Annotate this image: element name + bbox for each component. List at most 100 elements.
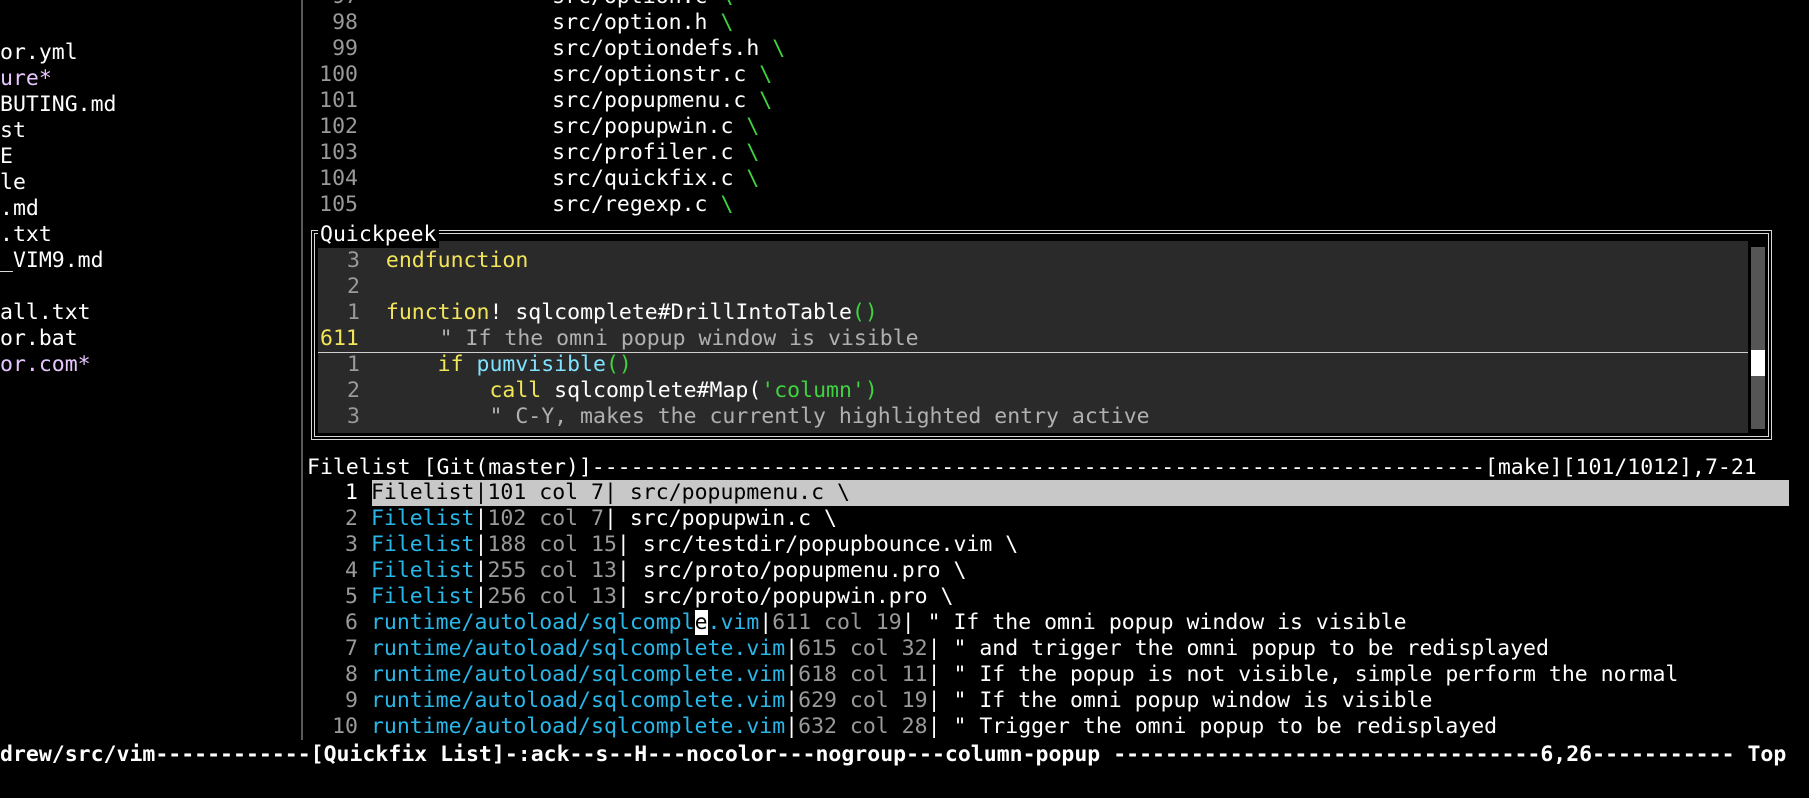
quickfix-entry-file[interactable]: Filelist (371, 506, 475, 531)
filelist-status-line: Filelist [Git(master)]------------------… (307, 455, 1757, 480)
editor-line: 105 src/regexp.c \ (310, 192, 733, 218)
quickfix-entry-location: 615 col 32 (798, 636, 928, 661)
quickpeek-line-6: 2 call sqlcomplete#Map('column') (347, 378, 878, 403)
quickfix-entry-number: 6 (345, 610, 358, 635)
file-tree-entry[interactable]: or.bat (0, 326, 78, 352)
quickfix-entry-file[interactable]: runtime/autoload/sqlcomplete.vim (371, 662, 785, 687)
file-tree-entry[interactable]: or.com* (0, 352, 91, 378)
quickpeek-current-line: 611 " If the omni popup window is visibl… (318, 326, 1748, 353)
quickpeek-line-1: 3 endfunction (347, 248, 529, 273)
quickfix-entry-location: 611 col 19 (772, 610, 902, 635)
quickfix-entry-location: 188 col 15 (487, 532, 617, 557)
quickfix-entry[interactable]: 9 runtime/autoload/sqlcomplete.vim|629 c… (324, 688, 1432, 714)
line-text: src/popupwin.c (552, 114, 734, 139)
line-text: src/popupmenu.c (552, 88, 747, 113)
line-number: 97 (310, 0, 358, 10)
line-continuation: \ (759, 62, 773, 87)
quickfix-entry-file[interactable]: runtime/autoload/sqlcomple.vim (371, 610, 759, 635)
quickfix-entry-location: 102 col 7 (487, 506, 604, 531)
quickfix-entry-text: src/proto/popupmenu.pro \ (629, 558, 967, 583)
quickfix-entry-text: " If the omni popup window is visible (914, 610, 1407, 635)
line-continuation: \ (746, 140, 760, 165)
quickfix-entry-file[interactable]: Filelist (371, 584, 475, 609)
line-continuation: \ (720, 192, 734, 217)
line-text: src/regexp.c (552, 192, 708, 217)
quickfix-entry[interactable]: 3 Filelist|188 col 15| src/testdir/popup… (324, 532, 1018, 558)
quickfix-entry-location: 632 col 28 (798, 714, 928, 739)
quickpeek-title: Quickpeek (318, 222, 439, 248)
quickfix-entry[interactable]: 4 Filelist|255 col 13| src/proto/popupme… (324, 558, 966, 584)
line-number: 100 (319, 62, 358, 87)
quickfix-entry-number: 4 (345, 558, 358, 583)
file-tree-entry[interactable]: le (0, 170, 26, 196)
file-tree-entry[interactable]: .md (0, 196, 39, 222)
line-text: src/option.h (552, 10, 708, 35)
quickfix-entry-number: 1 (345, 480, 358, 505)
left-file-pane: or.yml ure* BUTING.md st Ele .md .txt _VIM9.mda… (0, 0, 301, 740)
editor-line: 102 src/popupwin.c \ (310, 114, 759, 140)
line-number: 98 (332, 10, 358, 35)
quickfix-entry-number: 9 (345, 688, 358, 713)
vertical-split-separator[interactable] (301, 0, 303, 740)
quickfix-entry-text: src/popupmenu.c \ (616, 480, 850, 505)
quickfix-entry[interactable]: 6 runtime/autoload/sqlcomple.vim|611 col… (324, 610, 1407, 636)
quickfix-entry-number: 3 (345, 532, 358, 557)
file-tree-entry[interactable]: ure* (0, 66, 52, 92)
editor-line: 103 src/profiler.c \ (310, 140, 759, 166)
editor-line: 97 src/option.c \ (310, 0, 733, 10)
quickfix-entry-number: 10 (332, 714, 358, 739)
line-number: 103 (319, 140, 358, 165)
file-tree-entry[interactable]: .txt (0, 222, 52, 248)
text-cursor: e (694, 610, 708, 635)
quickpeek-line-3: 1 function! sqlcomplete#DrillIntoTable() (347, 300, 878, 325)
quickfix-entry-text: " If the omni popup window is visible (940, 688, 1433, 713)
line-number: 102 (319, 114, 358, 139)
line-continuation: \ (720, 0, 733, 9)
line-number: 105 (319, 192, 358, 217)
quickfix-entry-location: 101 col 7 (487, 480, 604, 505)
quickfix-entry[interactable]: 2 Filelist|102 col 7| src/popupwin.c \ (324, 506, 837, 532)
quickfix-entry[interactable]: 7 runtime/autoload/sqlcomplete.vim|615 c… (324, 636, 1549, 662)
quickpeek-scrollbar[interactable] (1751, 247, 1765, 429)
line-text: src/optiondefs.h (552, 36, 760, 61)
editor-line: 101 src/popupmenu.c \ (310, 88, 772, 114)
quickfix-entry-number: 8 (345, 662, 358, 687)
quickfix-entry-text: " If the popup is not visible, simple pe… (940, 662, 1679, 687)
file-tree-entry[interactable]: or.yml (0, 40, 78, 66)
line-text: src/option.c (552, 0, 707, 9)
line-number: 101 (319, 88, 358, 113)
line-text: src/profiler.c (552, 140, 734, 165)
file-tree-entry[interactable]: _VIM9.md (0, 248, 104, 274)
line-continuation: \ (746, 166, 760, 191)
quickfix-entry-text: src/proto/popupwin.pro \ (629, 584, 954, 609)
line-text: src/optionstr.c (552, 62, 747, 87)
line-number: 104 (319, 166, 358, 191)
quickfix-entry-file[interactable]: Filelist (371, 558, 475, 583)
quickfix-entry[interactable]: 5 Filelist|256 col 13| src/proto/popupwi… (324, 584, 953, 610)
quickfix-entry[interactable]: 1 Filelist|101 col 7| src/popupmenu.c \ (324, 480, 850, 506)
quickfix-entry-file[interactable]: runtime/autoload/sqlcomplete.vim (371, 688, 785, 713)
quickpeek-scrollbar-thumb[interactable] (1751, 350, 1765, 376)
quickfix-entry-file[interactable]: runtime/autoload/sqlcomplete.vim (371, 636, 785, 661)
quickfix-entry-text: " Trigger the omni popup to be redisplay… (940, 714, 1498, 739)
file-tree-entry[interactable]: st (0, 118, 26, 144)
quickfix-entry-location: 255 col 13 (487, 558, 617, 583)
line-continuation: \ (720, 10, 734, 35)
file-tree-entry[interactable]: BUTING.md (0, 92, 117, 118)
editor-line: 99 src/optiondefs.h \ (310, 36, 785, 62)
quickfix-entry-number: 7 (345, 636, 358, 661)
quickfix-entry[interactable]: 10 runtime/autoload/sqlcomplete.vim|632 … (324, 714, 1497, 740)
line-text: src/quickfix.c (552, 166, 734, 191)
quickfix-entry-file[interactable]: Filelist (371, 480, 475, 505)
quickfix-entry-file[interactable]: runtime/autoload/sqlcomplete.vim (371, 714, 785, 739)
quickfix-entry-file[interactable]: Filelist (371, 532, 475, 557)
quickfix-entry[interactable]: 8 runtime/autoload/sqlcomplete.vim|618 c… (324, 662, 1678, 688)
quickfix-entry-number: 2 (345, 506, 358, 531)
quickfix-status-line: drew/src/vim------------[Quickfix List]-… (0, 742, 1787, 767)
quickfix-entry-location: 629 col 19 (798, 688, 928, 713)
file-tree-entry[interactable]: E (0, 144, 13, 170)
editor-line: 100 src/optionstr.c \ (310, 62, 772, 88)
quickpeek-line-7: 3 " C-Y, makes the currently highlighted… (347, 404, 1150, 429)
quickpeek-line-2: 2 (347, 274, 360, 299)
file-tree-entry[interactable]: all.txt (0, 300, 91, 326)
